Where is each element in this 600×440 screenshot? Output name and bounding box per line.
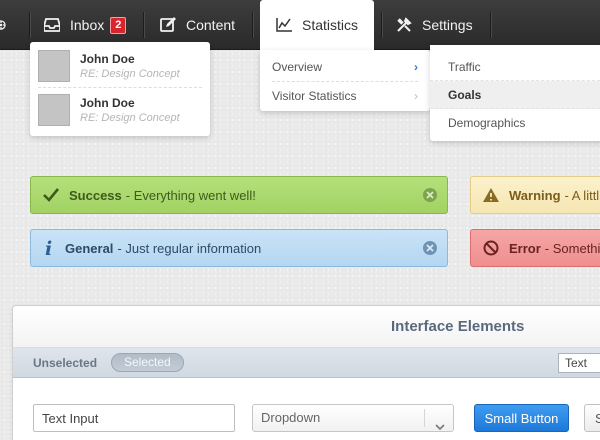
alert-title: Warning (509, 187, 561, 203)
submenu-item-traffic[interactable]: Traffic (430, 53, 600, 81)
alert-text: - Everything went well! (125, 187, 256, 203)
nav-separator (381, 12, 382, 38)
tools-icon (397, 17, 412, 32)
tab-unselected[interactable]: Unselected (33, 356, 97, 370)
inbox-count-badge: 2 (110, 16, 127, 34)
alert-text: - Just regular information (117, 240, 262, 256)
info-icon: i (43, 239, 55, 257)
dropdown-label: Dropdown (261, 410, 321, 425)
success-alert: Success - Everything went well! (30, 176, 448, 214)
chevron-right-icon: › (414, 88, 418, 103)
interface-elements-panel: Interface Elements Unselected Selected D… (12, 305, 600, 440)
nav-separator (29, 12, 30, 38)
statistics-dropdown: Overview › Visitor Statistics › (260, 50, 430, 111)
inbox-message[interactable]: John Doe RE: Design Concept (38, 88, 202, 132)
menu-item-visitor-statistics[interactable]: Visitor Statistics › (272, 81, 418, 109)
avatar (38, 49, 70, 82)
warning-alert: Warning - A littl (470, 176, 600, 214)
prohibited-icon (483, 240, 499, 256)
error-alert: Error - Somethin (470, 229, 600, 267)
nav-statistics-label: Statistics (302, 17, 359, 33)
tab-selected[interactable]: Selected (111, 353, 184, 372)
nav-separator (143, 12, 144, 38)
overview-submenu: Traffic Goals Demographics (430, 45, 600, 141)
inbox-dropdown: John Doe RE: Design Concept John Doe RE:… (30, 42, 210, 136)
warning-icon (483, 188, 499, 202)
menu-item-label: Visitor Statistics (272, 88, 357, 103)
dropdown-select[interactable]: Dropdown (252, 404, 454, 432)
menu-item-label: Overview (272, 60, 323, 74)
chevron-down-icon (435, 414, 445, 440)
nav-inbox-label: Inbox (70, 17, 105, 33)
nav-separator (252, 12, 253, 38)
chevron-right-icon: › (414, 60, 418, 74)
line-chart-icon (276, 18, 292, 32)
info-alert: i General - Just regular information (30, 229, 448, 267)
message-sender: John Doe (80, 96, 135, 110)
close-icon[interactable] (423, 241, 437, 258)
nav-content-label: Content (186, 17, 236, 33)
small-button[interactable]: Small Button (474, 404, 569, 432)
gear-logo-icon (0, 20, 6, 30)
panel-toolbar: Unselected Selected (13, 348, 600, 378)
message-subject: RE: Design Concept (80, 67, 180, 80)
nav-settings-label: Settings (422, 17, 473, 33)
svg-text:i: i (45, 239, 52, 257)
secondary-button[interactable]: S (584, 404, 600, 432)
nav-settings[interactable]: Settings (396, 0, 473, 50)
avatar (38, 94, 70, 126)
submenu-item-goals[interactable]: Goals (430, 81, 600, 109)
panel-title: Interface Elements (391, 318, 525, 335)
submenu-item-demographics[interactable]: Demographics (430, 109, 600, 137)
alert-text: - Somethin (544, 240, 600, 256)
text-input[interactable] (33, 404, 235, 432)
inbox-message[interactable]: John Doe RE: Design Concept (38, 44, 202, 88)
alert-text: - A littl (564, 187, 600, 203)
alert-title: Success (69, 187, 122, 203)
message-sender: John Doe (80, 51, 135, 66)
checkmark-icon (43, 188, 59, 202)
alert-title: General (65, 240, 114, 256)
alert-title: Error (509, 240, 541, 256)
dropdown-divider (424, 409, 425, 427)
nav-statistics[interactable]: Statistics (260, 0, 374, 50)
nav-separator (490, 12, 491, 38)
edit-icon (160, 17, 176, 32)
close-icon[interactable] (423, 188, 437, 205)
logo-button[interactable] (0, 0, 16, 50)
inbox-tray-icon (44, 18, 60, 32)
menu-item-overview[interactable]: Overview › (272, 53, 418, 81)
message-subject: RE: Design Concept (80, 112, 180, 124)
toolbar-text-input[interactable] (558, 353, 600, 373)
